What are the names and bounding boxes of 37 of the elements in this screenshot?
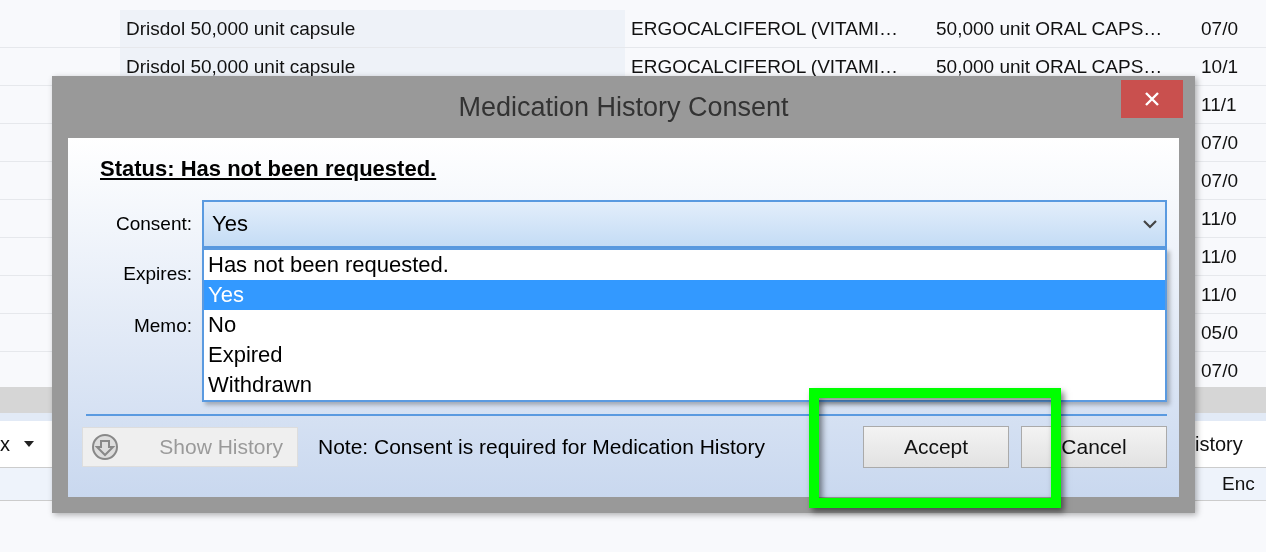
field-label: Memo: — [133, 315, 192, 337]
table-cell: Drisdol 50,000 unit capsule — [126, 55, 356, 78]
dialog-button[interactable]: Cancel — [1021, 426, 1167, 468]
close-button[interactable] — [1121, 80, 1183, 118]
table-cell: 07/0 — [1201, 17, 1238, 39]
download-circle-icon — [91, 433, 119, 461]
table-cell: 11/0 — [1201, 207, 1237, 229]
table-cell: 11/1 — [1201, 93, 1237, 115]
toolbar-text: x — [0, 432, 10, 456]
table-cell: 05/0 — [1201, 321, 1238, 343]
chevron-down-icon — [1143, 219, 1157, 229]
column-header: Enc — [1222, 473, 1256, 495]
table-cell: 07/0 — [1201, 359, 1238, 381]
dropdown-option[interactable]: No — [204, 310, 1165, 340]
table-cell: ERGOCALCIFEROL (VITAMI… — [631, 55, 899, 77]
table-cell: 50,000 unit ORAL CAPS… — [936, 55, 1163, 77]
table-cell: 50,000 unit ORAL CAPS… — [936, 17, 1163, 39]
dropdown-option[interactable]: Has not been requested. — [204, 250, 1165, 280]
window-title: Medication History Consent — [458, 91, 789, 123]
caret-icon[interactable] — [24, 441, 34, 447]
table-cell: Drisdol 50,000 unit capsule — [126, 17, 356, 40]
dropdown-option[interactable]: Withdrawn — [204, 370, 1165, 400]
dialog-button[interactable]: Accept — [863, 426, 1009, 468]
note-text: Note: Consent is required for Medication History — [318, 435, 767, 459]
status-heading: Status: Has not been requested. — [100, 156, 437, 182]
table-cell: ERGOCALCIFEROL (VITAMI… — [631, 17, 899, 39]
consent-dropdown[interactable]: Yes — [202, 200, 1167, 248]
dropdown-option[interactable]: Expired — [204, 340, 1165, 370]
toolbar-text: istory — [1195, 432, 1244, 456]
field-label: Expires: — [123, 263, 192, 285]
close-icon — [1144, 91, 1160, 107]
field-label: Consent: — [115, 213, 192, 235]
table-cell: 07/0 — [1201, 131, 1238, 153]
table-cell: 11/0 — [1201, 283, 1237, 305]
table-cell: 10/1 — [1201, 55, 1238, 77]
table-cell: 07/0 — [1201, 169, 1238, 191]
table-cell: 11/0 — [1201, 245, 1237, 267]
